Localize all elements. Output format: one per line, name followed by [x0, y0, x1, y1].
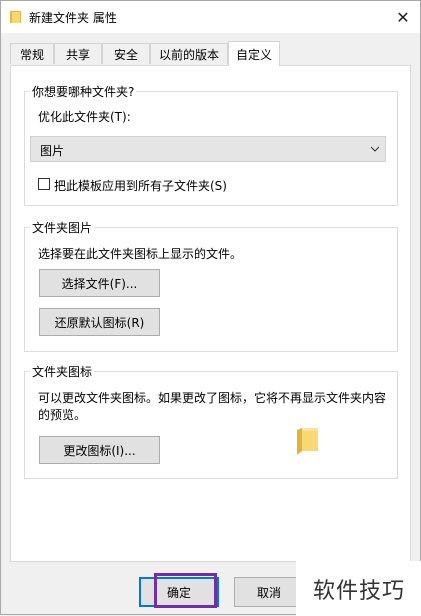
choose-file-button[interactable]: 选择文件(F)...: [39, 269, 160, 297]
tab-sharing[interactable]: 共享: [54, 43, 102, 64]
folder-icon: [10, 11, 21, 23]
folder-type-legend: 你想要哪种文件夹?: [32, 85, 135, 99]
folder-pictures-description: 选择要在此文件夹图标上显示的文件。: [38, 247, 243, 261]
folder-pictures-legend: 文件夹图片: [32, 221, 93, 235]
apply-subfolders-label[interactable]: 把此模板应用到所有子文件夹(S): [54, 177, 227, 194]
chevron-down-icon: [371, 146, 379, 152]
apply-subfolders-checkbox[interactable]: [38, 178, 50, 190]
optimize-select-value: 图片: [40, 144, 65, 158]
optimize-select[interactable]: 图片: [30, 136, 386, 162]
cancel-button[interactable]: 取消: [234, 577, 304, 607]
tab-customize[interactable]: 自定义: [228, 41, 280, 66]
change-icon-button[interactable]: 更改图标(I)...: [39, 436, 160, 464]
folder-icons-description-line1: 可以更改文件夹图标。如果更改了图标，它将不再显示文件夹内容: [38, 391, 387, 405]
folder-preview-icon: [297, 428, 318, 455]
tab-security[interactable]: 安全: [102, 43, 150, 64]
window-title: 新建文件夹 属性: [29, 11, 117, 25]
optimize-label: 优化此文件夹(T):: [38, 110, 131, 124]
restore-default-button[interactable]: 还原默认图标(R): [39, 308, 160, 336]
tab-previous-versions[interactable]: 以前的版本: [150, 43, 228, 64]
watermark: 软件技巧: [296, 561, 421, 616]
title-bar[interactable]: 新建文件夹 属性 ✕: [1, 1, 420, 33]
close-button[interactable]: ✕: [390, 5, 416, 29]
tab-general[interactable]: 常规: [10, 43, 54, 64]
folder-icons-legend: 文件夹图标: [32, 365, 93, 379]
ok-button[interactable]: 确定: [139, 577, 219, 607]
close-icon: ✕: [396, 7, 410, 27]
properties-dialog: 新建文件夹 属性 ✕ 常规 共享 安全 以前的版本 自定义 你想要哪种文件夹? …: [0, 0, 421, 616]
folder-icons-description-line2: 的预览。: [38, 408, 87, 422]
